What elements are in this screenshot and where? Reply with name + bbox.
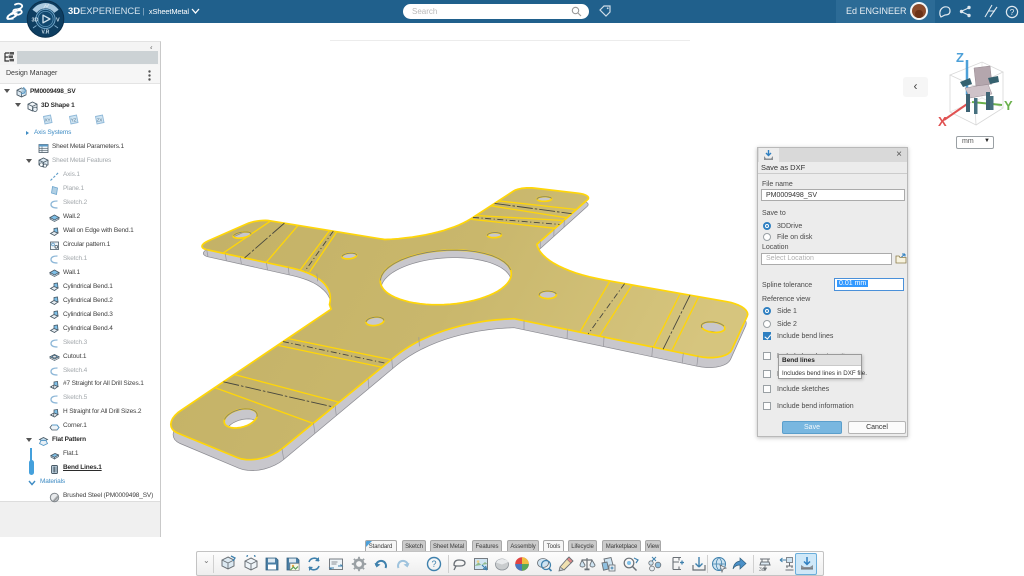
svg-text:X: X xyxy=(938,114,947,129)
svg-text:Y: Y xyxy=(1004,98,1013,113)
svg-text:3d: 3d xyxy=(759,567,765,573)
svg-text:Z: Z xyxy=(956,50,964,65)
svg-text:?: ? xyxy=(431,559,436,569)
